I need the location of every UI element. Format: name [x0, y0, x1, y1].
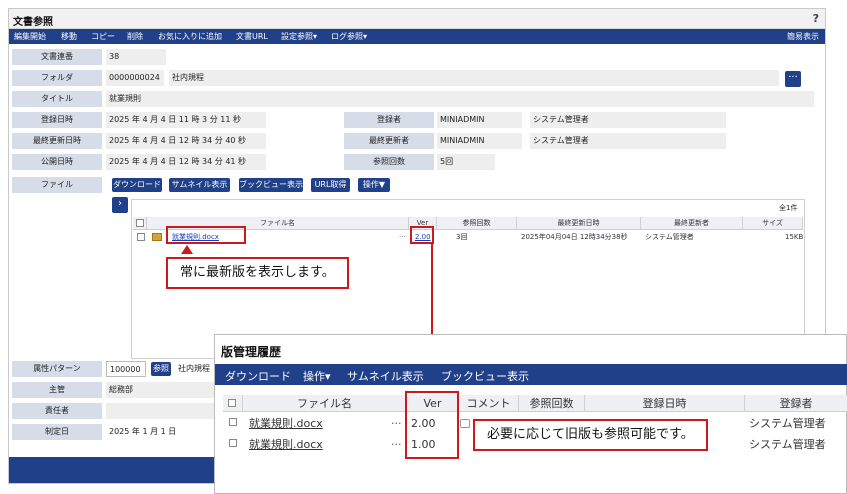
- expand-arrow-icon[interactable]: ›: [112, 197, 128, 213]
- history-menu-bar: ダウンロード 操作▾ サムネイル表示 ブックビュー表示: [215, 364, 847, 385]
- updater-name: システム管理者: [530, 133, 726, 149]
- folder-code: 0000000024: [106, 70, 164, 86]
- updater-id: MINIADMIN: [437, 133, 522, 149]
- history-row1-file-link[interactable]: 就業規則.docx: [249, 415, 323, 433]
- col-header-views: 参照回数: [437, 217, 517, 230]
- attr-label: 属性パターン: [12, 361, 102, 377]
- attr-ref-button[interactable]: 参照: [151, 362, 171, 376]
- file-updated: 2025年04月04日 12時34分38秒: [521, 233, 628, 241]
- upd-date-value: 2025 年 4 月 4 日 12 時 34 分 40 秒: [106, 133, 266, 149]
- window-title: 文書参照: [13, 17, 53, 28]
- title-value: 就業規則: [106, 91, 814, 107]
- resp-value: [106, 403, 216, 419]
- owner-label: 主管: [12, 382, 102, 398]
- file-menu-icon[interactable]: ···: [399, 231, 406, 244]
- upd-date-label: 最終更新日時: [12, 133, 102, 149]
- file-updater: システム管理者: [645, 233, 694, 241]
- callout-pointer-icon: [181, 245, 193, 254]
- menu-bar: 編集開始 移動 コピー 削除 お気に入りに追加 文書URL 設定参照▾ ログ参照…: [9, 29, 825, 44]
- doc-no-label: 文書連番: [12, 49, 102, 65]
- callout-latest-version: 常に最新版を表示します。: [166, 257, 349, 289]
- history-select-all-checkbox[interactable]: [228, 399, 236, 407]
- pub-date-label: 公開日時: [12, 154, 102, 170]
- col-header-updated: 最終更新日時: [517, 217, 641, 230]
- history-operation[interactable]: 操作▾: [303, 368, 331, 384]
- history-col-registered: 登録日時: [585, 395, 745, 412]
- bookview-button[interactable]: ブックビュー表示: [239, 178, 303, 192]
- menu-add-favorite[interactable]: お気に入りに追加: [158, 31, 222, 42]
- views-label: 参照回数: [344, 154, 434, 170]
- highlight-filename: [166, 226, 246, 244]
- pub-date-value: 2025 年 4 月 4 日 12 時 34 分 41 秒: [106, 154, 266, 170]
- menu-simple-view[interactable]: 簡易表示: [787, 31, 819, 42]
- operation-button[interactable]: 操作▼: [358, 178, 390, 192]
- menu-copy[interactable]: コピー: [91, 31, 115, 42]
- reg-date-value: 2025 年 4 月 4 日 11 時 3 分 11 秒: [106, 112, 266, 128]
- history-title: 版管理履歴: [221, 345, 282, 359]
- version-history-panel: 版管理履歴 ダウンロード 操作▾ サムネイル表示 ブックビュー表示 ファイル名 …: [214, 334, 847, 494]
- history-col-filename: ファイル名: [243, 395, 407, 412]
- url-get-button[interactable]: URL取得: [311, 178, 350, 192]
- menu-log-ref[interactable]: ログ参照▾: [331, 31, 367, 42]
- owner-value: 総務部: [106, 382, 216, 398]
- file-count: 全1件: [779, 204, 798, 212]
- history-row1-checkbox[interactable]: [229, 418, 237, 426]
- highlight-ver-column: [405, 391, 459, 459]
- history-col-comment: コメント: [459, 395, 519, 412]
- folder-label: フォルダ: [12, 70, 102, 86]
- history-row2-menu-icon[interactable]: ···: [391, 436, 402, 454]
- row-checkbox[interactable]: [137, 233, 145, 241]
- registrant-id: MINIADMIN: [437, 112, 522, 128]
- title-label: タイトル: [12, 91, 102, 107]
- download-button[interactable]: ダウンロード: [112, 178, 162, 192]
- resp-label: 責任者: [12, 403, 102, 419]
- history-thumbnail[interactable]: サムネイル表示: [347, 368, 424, 384]
- folder-select-button[interactable]: ···: [785, 71, 801, 87]
- file-label: ファイル: [12, 177, 102, 193]
- bottom-bar: [9, 457, 214, 483]
- views-value: 5回: [437, 154, 495, 170]
- menu-move[interactable]: 移動: [61, 31, 77, 42]
- history-row2-registrant: システム管理者: [749, 438, 826, 451]
- menu-delete[interactable]: 削除: [127, 31, 143, 42]
- menu-doc-url[interactable]: 文書URL: [236, 31, 268, 42]
- file-views: 3回: [456, 233, 468, 241]
- header-checkbox-cell: [133, 217, 147, 230]
- folder-name: 社内規程: [169, 70, 779, 86]
- callout-old-versions: 必要に応じて旧版も参照可能です。: [473, 419, 708, 451]
- col-header-updater: 最終更新者: [641, 217, 743, 230]
- enact-label: 制定日: [12, 424, 102, 440]
- comment-icon[interactable]: [460, 419, 470, 428]
- registrant-name: システム管理者: [530, 112, 726, 128]
- file-size: 15KB: [785, 233, 804, 241]
- history-bookview[interactable]: ブックビュー表示: [441, 368, 529, 384]
- word-file-icon: [152, 233, 162, 241]
- history-download[interactable]: ダウンロード: [225, 368, 291, 384]
- history-header-checkbox-cell: [223, 395, 243, 412]
- col-header-size: サイズ: [743, 217, 803, 230]
- history-row1-registrant: システム管理者: [749, 417, 826, 430]
- attr-name: 社内規程: [175, 361, 215, 377]
- thumbnail-button[interactable]: サムネイル表示: [169, 178, 230, 192]
- highlight-version: [410, 226, 434, 244]
- history-col-views: 参照回数: [519, 395, 585, 412]
- updater-label: 最終更新者: [344, 133, 434, 149]
- history-row2-checkbox[interactable]: [229, 439, 237, 447]
- history-row2-file-link[interactable]: 就業規則.docx: [249, 436, 323, 454]
- select-all-checkbox[interactable]: [136, 219, 144, 227]
- history-row1-menu-icon[interactable]: ···: [391, 415, 402, 433]
- reg-date-label: 登録日時: [12, 112, 102, 128]
- attr-code-input[interactable]: 100000: [106, 361, 146, 377]
- title-bar: 文書参照 ?: [9, 9, 825, 29]
- enact-date: 2025 年 1 月 1 日: [106, 424, 216, 440]
- history-col-registrant: 登録者: [745, 395, 847, 412]
- doc-no-value: 38: [106, 49, 166, 65]
- help-icon[interactable]: ?: [813, 12, 819, 25]
- menu-edit-start[interactable]: 編集開始: [14, 31, 46, 42]
- registrant-label: 登録者: [344, 112, 434, 128]
- menu-settings-ref[interactable]: 設定参照▾: [281, 31, 317, 42]
